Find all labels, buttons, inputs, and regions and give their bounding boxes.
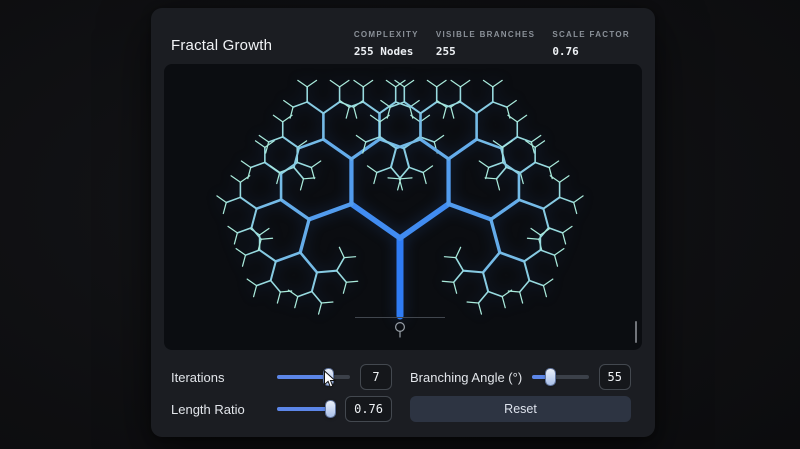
branching-angle-slider[interactable] — [532, 369, 589, 385]
stat-complexity: COMPLEXITY 255 Nodes — [354, 30, 419, 58]
fractal-canvas — [164, 64, 642, 350]
length-ratio-value-box[interactable]: 0.76 — [345, 396, 392, 422]
panel-header: Fractal Growth COMPLEXITY 255 Nodes VISI… — [151, 8, 655, 64]
canvas-scrollbar-thumb[interactable] — [635, 321, 637, 343]
iterations-control: Iterations 7 — [171, 363, 392, 391]
fractal-tree-visualization — [216, 79, 584, 320]
length-ratio-control: Length Ratio 0.76 — [171, 395, 392, 423]
branching-angle-slider-thumb[interactable] — [546, 369, 556, 385]
iterations-slider-thumb[interactable] — [323, 369, 333, 385]
stats-group: COMPLEXITY 255 Nodes VISIBLE BRANCHES 25… — [354, 30, 630, 58]
fractal-growth-panel: Fractal Growth COMPLEXITY 255 Nodes VISI… — [151, 8, 655, 437]
reset-button[interactable]: Reset — [410, 396, 631, 422]
branching-angle-label: Branching Angle (°) — [410, 369, 523, 385]
iterations-label: Iterations — [171, 369, 225, 385]
stat-label: COMPLEXITY — [353, 30, 419, 39]
page-title: Fractal Growth — [171, 37, 273, 54]
tree-base-icon — [394, 321, 406, 338]
iterations-value-box[interactable]: 7 — [360, 364, 392, 390]
stat-label: SCALE FACTOR — [552, 30, 630, 39]
length-ratio-slider-thumb[interactable] — [325, 401, 335, 417]
branching-angle-value-box[interactable]: 55 — [598, 364, 631, 390]
slider-fill — [277, 407, 331, 411]
stat-scale-factor: SCALE FACTOR 0.76 — [552, 30, 630, 58]
stat-value: 255 — [435, 45, 456, 58]
stat-value: 0.76 — [552, 45, 579, 58]
length-ratio-label: Length Ratio — [171, 401, 245, 417]
length-ratio-slider[interactable] — [277, 401, 336, 417]
stat-label: VISIBLE BRANCHES — [435, 30, 536, 39]
ground-line — [355, 317, 445, 318]
stat-visible-branches: VISIBLE BRANCHES 255 — [436, 30, 535, 58]
controls-panel: Iterations 7 Branching Angle (°) 55 Leng… — [171, 363, 631, 423]
iterations-slider[interactable] — [277, 369, 350, 385]
branching-angle-control: Branching Angle (°) 55 — [410, 363, 631, 391]
slider-fill — [277, 375, 329, 379]
stat-value: 255 Nodes — [353, 45, 414, 58]
